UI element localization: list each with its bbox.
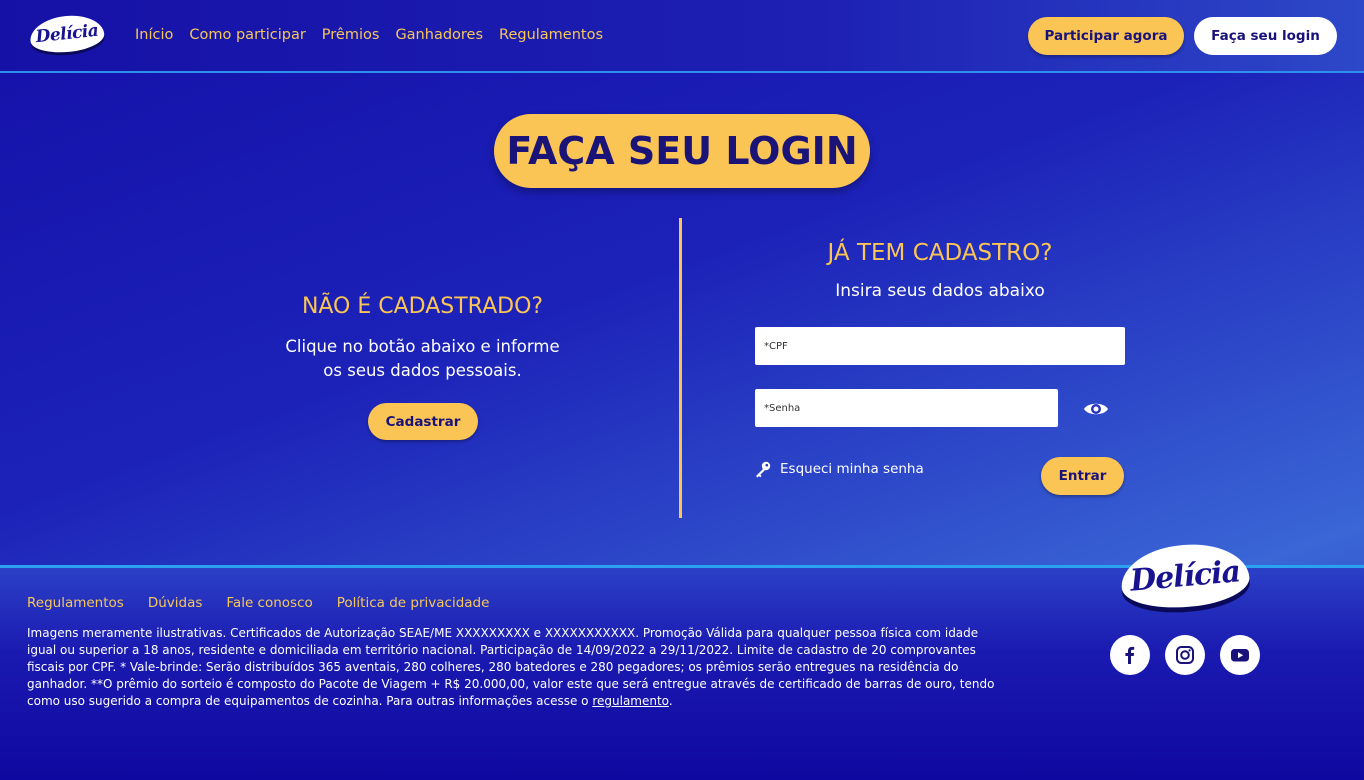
- forgot-password-label: Esqueci minha senha: [780, 461, 924, 477]
- regulamento-link[interactable]: regulamento: [592, 694, 668, 708]
- youtube-button[interactable]: [1220, 635, 1260, 675]
- eye-icon[interactable]: [1083, 399, 1109, 419]
- facebook-button[interactable]: [1110, 635, 1150, 675]
- has-account-heading: JÁ TEM CADASTRO?: [827, 240, 1053, 266]
- nav-ganhadores[interactable]: Ganhadores: [395, 27, 483, 43]
- description-line-2: os seus dados pessoais.: [323, 361, 522, 380]
- nav-regulamentos[interactable]: Regulamentos: [499, 27, 603, 43]
- top-header: Delícia Início Como participar Prêmios G…: [0, 0, 1364, 73]
- legal-disclaimer: Imagens meramente ilustrativas. Certific…: [27, 625, 1002, 710]
- senha-input[interactable]: [755, 389, 1058, 427]
- not-registered-description: Clique no botão abaixo e informe os seus…: [240, 335, 605, 383]
- delicia-logo[interactable]: Delícia: [28, 12, 106, 56]
- footer-link-fale-conosco[interactable]: Fale conosco: [226, 595, 312, 611]
- footer-delicia-logo: Delícia: [1118, 539, 1252, 613]
- faca-seu-login-button[interactable]: Faça seu login: [1194, 17, 1337, 55]
- instagram-button[interactable]: [1165, 635, 1205, 675]
- has-account-subheading: Insira seus dados abaixo: [835, 281, 1045, 301]
- disclaimer-text: Imagens meramente ilustrativas. Certific…: [27, 626, 995, 708]
- page-title: FAÇA SEU LOGIN: [506, 129, 858, 173]
- facebook-icon: [1125, 646, 1135, 664]
- youtube-icon: [1231, 649, 1249, 662]
- cadastrar-button[interactable]: Cadastrar: [368, 403, 478, 440]
- social-links: [1110, 635, 1260, 675]
- forgot-password-link[interactable]: Esqueci minha senha: [754, 460, 924, 478]
- nav-inicio[interactable]: Início: [135, 27, 173, 43]
- page-title-pill: FAÇA SEU LOGIN: [494, 114, 870, 188]
- footer-link-duvidas[interactable]: Dúvidas: [148, 595, 203, 611]
- cpf-input[interactable]: [755, 327, 1125, 365]
- main-nav: Início Como participar Prêmios Ganhadore…: [135, 27, 603, 43]
- nav-como-participar[interactable]: Como participar: [189, 27, 305, 43]
- instagram-icon: [1176, 646, 1194, 664]
- footer: Regulamentos Dúvidas Fale conosco Políti…: [0, 539, 1364, 780]
- nav-premios[interactable]: Prêmios: [322, 27, 380, 43]
- vertical-divider: [679, 218, 682, 518]
- footer-logo-text: Delícia: [1128, 553, 1242, 599]
- logo-text: Delícia: [34, 20, 100, 48]
- footer-link-regulamentos[interactable]: Regulamentos: [27, 595, 124, 611]
- entrar-button[interactable]: Entrar: [1041, 457, 1124, 495]
- not-registered-heading: NÃO É CADASTRADO?: [301, 294, 544, 319]
- participar-agora-button[interactable]: Participar agora: [1028, 17, 1184, 55]
- key-icon: [756, 461, 771, 478]
- footer-link-privacidade[interactable]: Política de privacidade: [337, 595, 490, 611]
- description-line-1: Clique no botão abaixo e informe: [285, 337, 560, 356]
- footer-links: Regulamentos Dúvidas Fale conosco Políti…: [27, 595, 489, 611]
- disclaimer-end: .: [668, 694, 673, 708]
